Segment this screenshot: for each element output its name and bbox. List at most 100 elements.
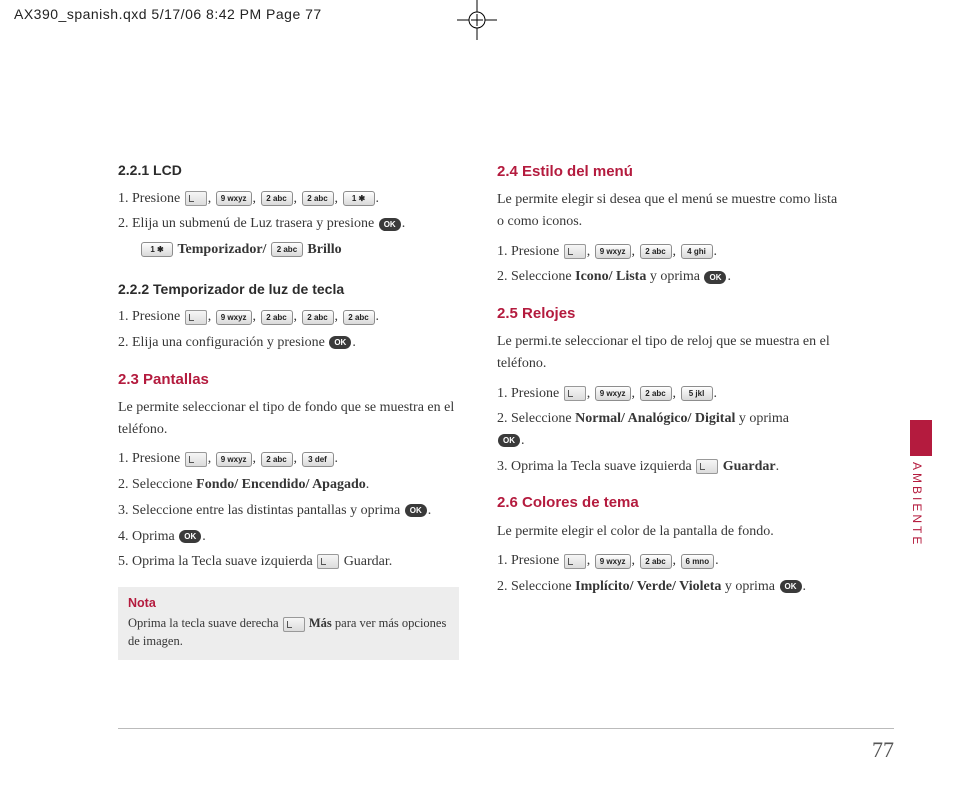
text: Normal/ Analógico/ Digital	[575, 411, 735, 426]
soft-key-icon	[564, 554, 586, 569]
text: Oprima la tecla suave derecha	[128, 616, 282, 630]
step-text: 2. Seleccione Icono/ Lista y oprima OK.	[497, 266, 838, 288]
text: 2. Seleccione	[497, 579, 575, 594]
heading-2-4: 2.4 Estilo del menú	[497, 160, 838, 183]
paragraph: Le permi.te seleccionar el tipo de reloj…	[497, 331, 838, 374]
crop-header-text: AX390_spanish.qxd 5/17/06 8:42 PM Page 7…	[14, 6, 322, 22]
text: 1. Presione	[118, 191, 184, 206]
right-column: 2.4 Estilo del menú Le permite elegir si…	[497, 160, 838, 760]
step-text: 1. Presione , 9 wxyz, 2 abc, 2 abc, 1 ✱.	[118, 188, 459, 210]
step-text: 5. Oprima la Tecla suave izquierda Guard…	[118, 551, 459, 573]
text: 2. Seleccione	[497, 411, 575, 426]
text: 3. Seleccione entre las distintas pantal…	[118, 503, 404, 518]
key-2: 2 abc	[302, 310, 334, 325]
crop-mark-icon	[457, 0, 497, 40]
step-text: 3. Seleccione entre las distintas pantal…	[118, 500, 459, 522]
step-text: 2. Seleccione Normal/ Analógico/ Digital…	[497, 408, 838, 451]
footer-rule	[118, 728, 894, 729]
ok-key: OK	[498, 434, 520, 447]
text: Guardar.	[344, 554, 393, 569]
paragraph: Le permite elegir si desea que el menú s…	[497, 189, 838, 232]
text: y oprima	[650, 269, 704, 284]
soft-key-icon	[564, 386, 586, 401]
key-2: 2 abc	[640, 386, 672, 401]
side-section-label: AMBIENTE	[910, 462, 924, 547]
key-1: 1 ✱	[141, 242, 173, 257]
key-9: 9 wxyz	[595, 554, 631, 569]
text: 2. Elija un submenú de Luz trasera y pre…	[118, 216, 378, 231]
heading-2-5: 2.5 Relojes	[497, 302, 838, 325]
text: 2. Seleccione	[497, 269, 575, 284]
soft-key-icon	[317, 554, 339, 569]
side-tab: AMBIENTE	[910, 420, 932, 570]
paragraph: Le permite seleccionar el tipo de fondo …	[118, 397, 459, 440]
ok-key: OK	[379, 218, 401, 231]
page-body: 2.2.1 LCD 1. Presione , 9 wxyz, 2 abc, 2…	[118, 160, 838, 760]
side-color-tab	[910, 420, 932, 456]
paragraph: Le permite elegir el color de la pantall…	[497, 521, 838, 543]
key-5: 5 jkl	[681, 386, 713, 401]
soft-key-icon	[564, 244, 586, 259]
note-body: Oprima la tecla suave derecha Más para v…	[128, 615, 449, 650]
step-text: 1. Presione , 9 wxyz, 2 abc, 5 jkl.	[497, 383, 838, 405]
soft-key-icon	[185, 452, 207, 467]
key-2: 2 abc	[640, 554, 672, 569]
note-title: Nota	[128, 595, 449, 613]
key-3: 3 def	[302, 452, 334, 467]
soft-key-icon	[185, 310, 207, 325]
step-text: 2. Seleccione Fondo/ Encendido/ Apagado.	[118, 474, 459, 496]
step-text: 2. Elija un submenú de Luz trasera y pre…	[118, 213, 459, 235]
text: 3. Oprima la Tecla suave izquierda	[497, 459, 695, 474]
text: 2. Seleccione	[118, 477, 196, 492]
ok-key: OK	[405, 504, 427, 517]
ok-key: OK	[780, 580, 802, 593]
option-row: 1 ✱ Temporizador/ 2 abc Brillo	[118, 239, 459, 261]
key-2: 2 abc	[302, 191, 334, 206]
key-4: 4 ghi	[681, 244, 713, 259]
step-text: 1. Presione , 9 wxyz, 2 abc, 3 def.	[118, 448, 459, 470]
text: 2. Elija una configuración y presione	[118, 335, 328, 350]
ok-key: OK	[329, 336, 351, 349]
key-2: 2 abc	[261, 310, 293, 325]
text: 1. Presione	[118, 451, 184, 466]
key-2: 2 abc	[640, 244, 672, 259]
key-9: 9 wxyz	[216, 191, 252, 206]
key-2: 2 abc	[343, 310, 375, 325]
text: Fondo/ Encendido/ Apagado	[196, 477, 366, 492]
heading-2-2-2: 2.2.2 Temporizador de luz de tecla	[118, 279, 459, 301]
key-2: 2 abc	[261, 452, 293, 467]
key-9: 9 wxyz	[216, 452, 252, 467]
key-2: 2 abc	[271, 242, 303, 257]
key-9: 9 wxyz	[595, 386, 631, 401]
ok-key: OK	[704, 271, 726, 284]
text: 5. Oprima la Tecla suave izquierda	[118, 554, 316, 569]
left-column: 2.2.1 LCD 1. Presione , 9 wxyz, 2 abc, 2…	[118, 160, 459, 760]
ok-key: OK	[179, 530, 201, 543]
soft-key-icon	[185, 191, 207, 206]
key-9: 9 wxyz	[216, 310, 252, 325]
text: Implícito/ Verde/ Violeta	[575, 579, 721, 594]
text: 1. Presione	[497, 244, 563, 259]
text: 1. Presione	[497, 553, 563, 568]
key-2: 2 abc	[261, 191, 293, 206]
soft-key-icon	[283, 617, 305, 632]
heading-2-3: 2.3 Pantallas	[118, 368, 459, 391]
page-number: 77	[872, 737, 894, 763]
text: Más	[309, 616, 332, 630]
step-text: 1. Presione , 9 wxyz, 2 abc, 2 abc, 2 ab…	[118, 306, 459, 328]
step-text: 3. Oprima la Tecla suave izquierda Guard…	[497, 456, 838, 478]
text: 1. Presione	[118, 309, 184, 324]
step-text: 1. Presione , 9 wxyz, 2 abc, 4 ghi.	[497, 241, 838, 263]
key-9: 9 wxyz	[595, 244, 631, 259]
soft-key-icon	[696, 459, 718, 474]
step-text: 2. Seleccione Implícito/ Verde/ Violeta …	[497, 576, 838, 598]
step-text: 4. Oprima OK.	[118, 526, 459, 548]
text: Brillo	[307, 242, 341, 257]
step-text: 2. Elija una configuración y presione OK…	[118, 332, 459, 354]
text: y oprima	[739, 411, 789, 426]
text: 1. Presione	[497, 386, 563, 401]
text: 4. Oprima	[118, 529, 178, 544]
note-box: Nota Oprima la tecla suave derecha Más p…	[118, 587, 459, 661]
key-1: 1 ✱	[343, 191, 375, 206]
text: Temporizador/	[178, 242, 270, 257]
